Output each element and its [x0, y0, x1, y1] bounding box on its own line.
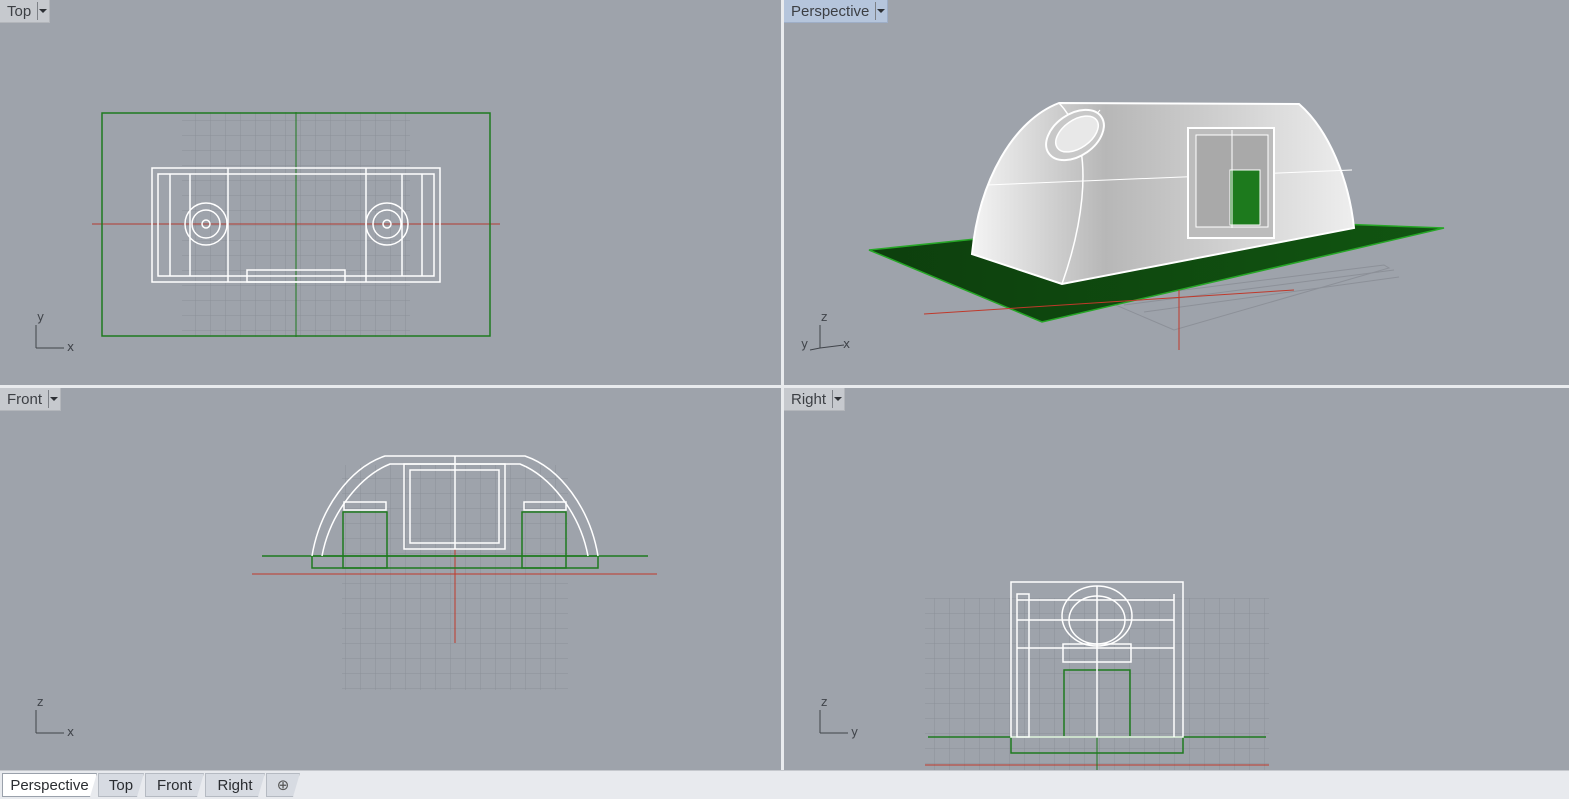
viewport-title-label: Top: [7, 2, 32, 20]
axis-widget: [35, 325, 64, 349]
chevron-down-icon[interactable]: [875, 2, 886, 20]
tab-label: Front: [156, 776, 192, 794]
chevron-down-icon[interactable]: [48, 390, 58, 408]
tab-right[interactable]: Right: [205, 773, 265, 797]
tab-label: Perspective: [10, 776, 89, 794]
right-view-canvas[interactable]: z y: [784, 388, 1569, 770]
viewport-title-label: Front: [7, 390, 43, 408]
viewport-title-label: Right: [791, 390, 827, 408]
add-tab-button[interactable]: ⊕: [266, 773, 300, 797]
viewport-top[interactable]: Top y x: [0, 0, 781, 385]
axis-label-y: y: [801, 337, 808, 351]
axis-label-x: x: [67, 340, 74, 354]
axis-label-z: z: [37, 695, 43, 709]
viewport-right[interactable]: Right z y: [784, 388, 1569, 770]
chevron-down-icon[interactable]: [37, 2, 47, 20]
viewport-perspective[interactable]: Perspective z y x: [784, 0, 1569, 385]
chevron-down-icon[interactable]: [832, 390, 842, 408]
axis-label-x: x: [67, 725, 74, 739]
axis-label-y: y: [851, 725, 858, 739]
plus-icon: ⊕: [276, 777, 290, 794]
viewport-tab-bar: Perspective Top Front Right ⊕: [0, 770, 1569, 799]
tab-label: Right: [217, 776, 253, 794]
viewport-title-perspective[interactable]: Perspective: [784, 0, 889, 23]
axis-label-z: z: [821, 695, 827, 709]
axis-widget: [35, 710, 64, 734]
tab-label: Top: [108, 776, 134, 794]
axis-widget: [819, 710, 848, 734]
viewport-title-right[interactable]: Right: [784, 388, 846, 411]
axis-label-y: y: [37, 310, 44, 324]
axis-label-x: x: [843, 337, 850, 351]
viewport-title-top[interactable]: Top: [0, 0, 51, 23]
tab-front[interactable]: Front: [145, 773, 204, 797]
front-view-canvas[interactable]: z x: [0, 388, 781, 770]
top-view-canvas[interactable]: y x: [0, 0, 781, 385]
viewport-title-front[interactable]: Front: [0, 388, 62, 411]
axis-label-z: z: [821, 310, 827, 324]
perspective-view-canvas[interactable]: z y x: [784, 0, 1569, 385]
viewport-front[interactable]: Front z x: [0, 388, 781, 770]
tab-perspective[interactable]: Perspective: [2, 773, 97, 797]
viewport-title-label: Perspective: [791, 2, 870, 20]
tab-top[interactable]: Top: [98, 773, 144, 797]
axis-widget: [809, 325, 845, 351]
